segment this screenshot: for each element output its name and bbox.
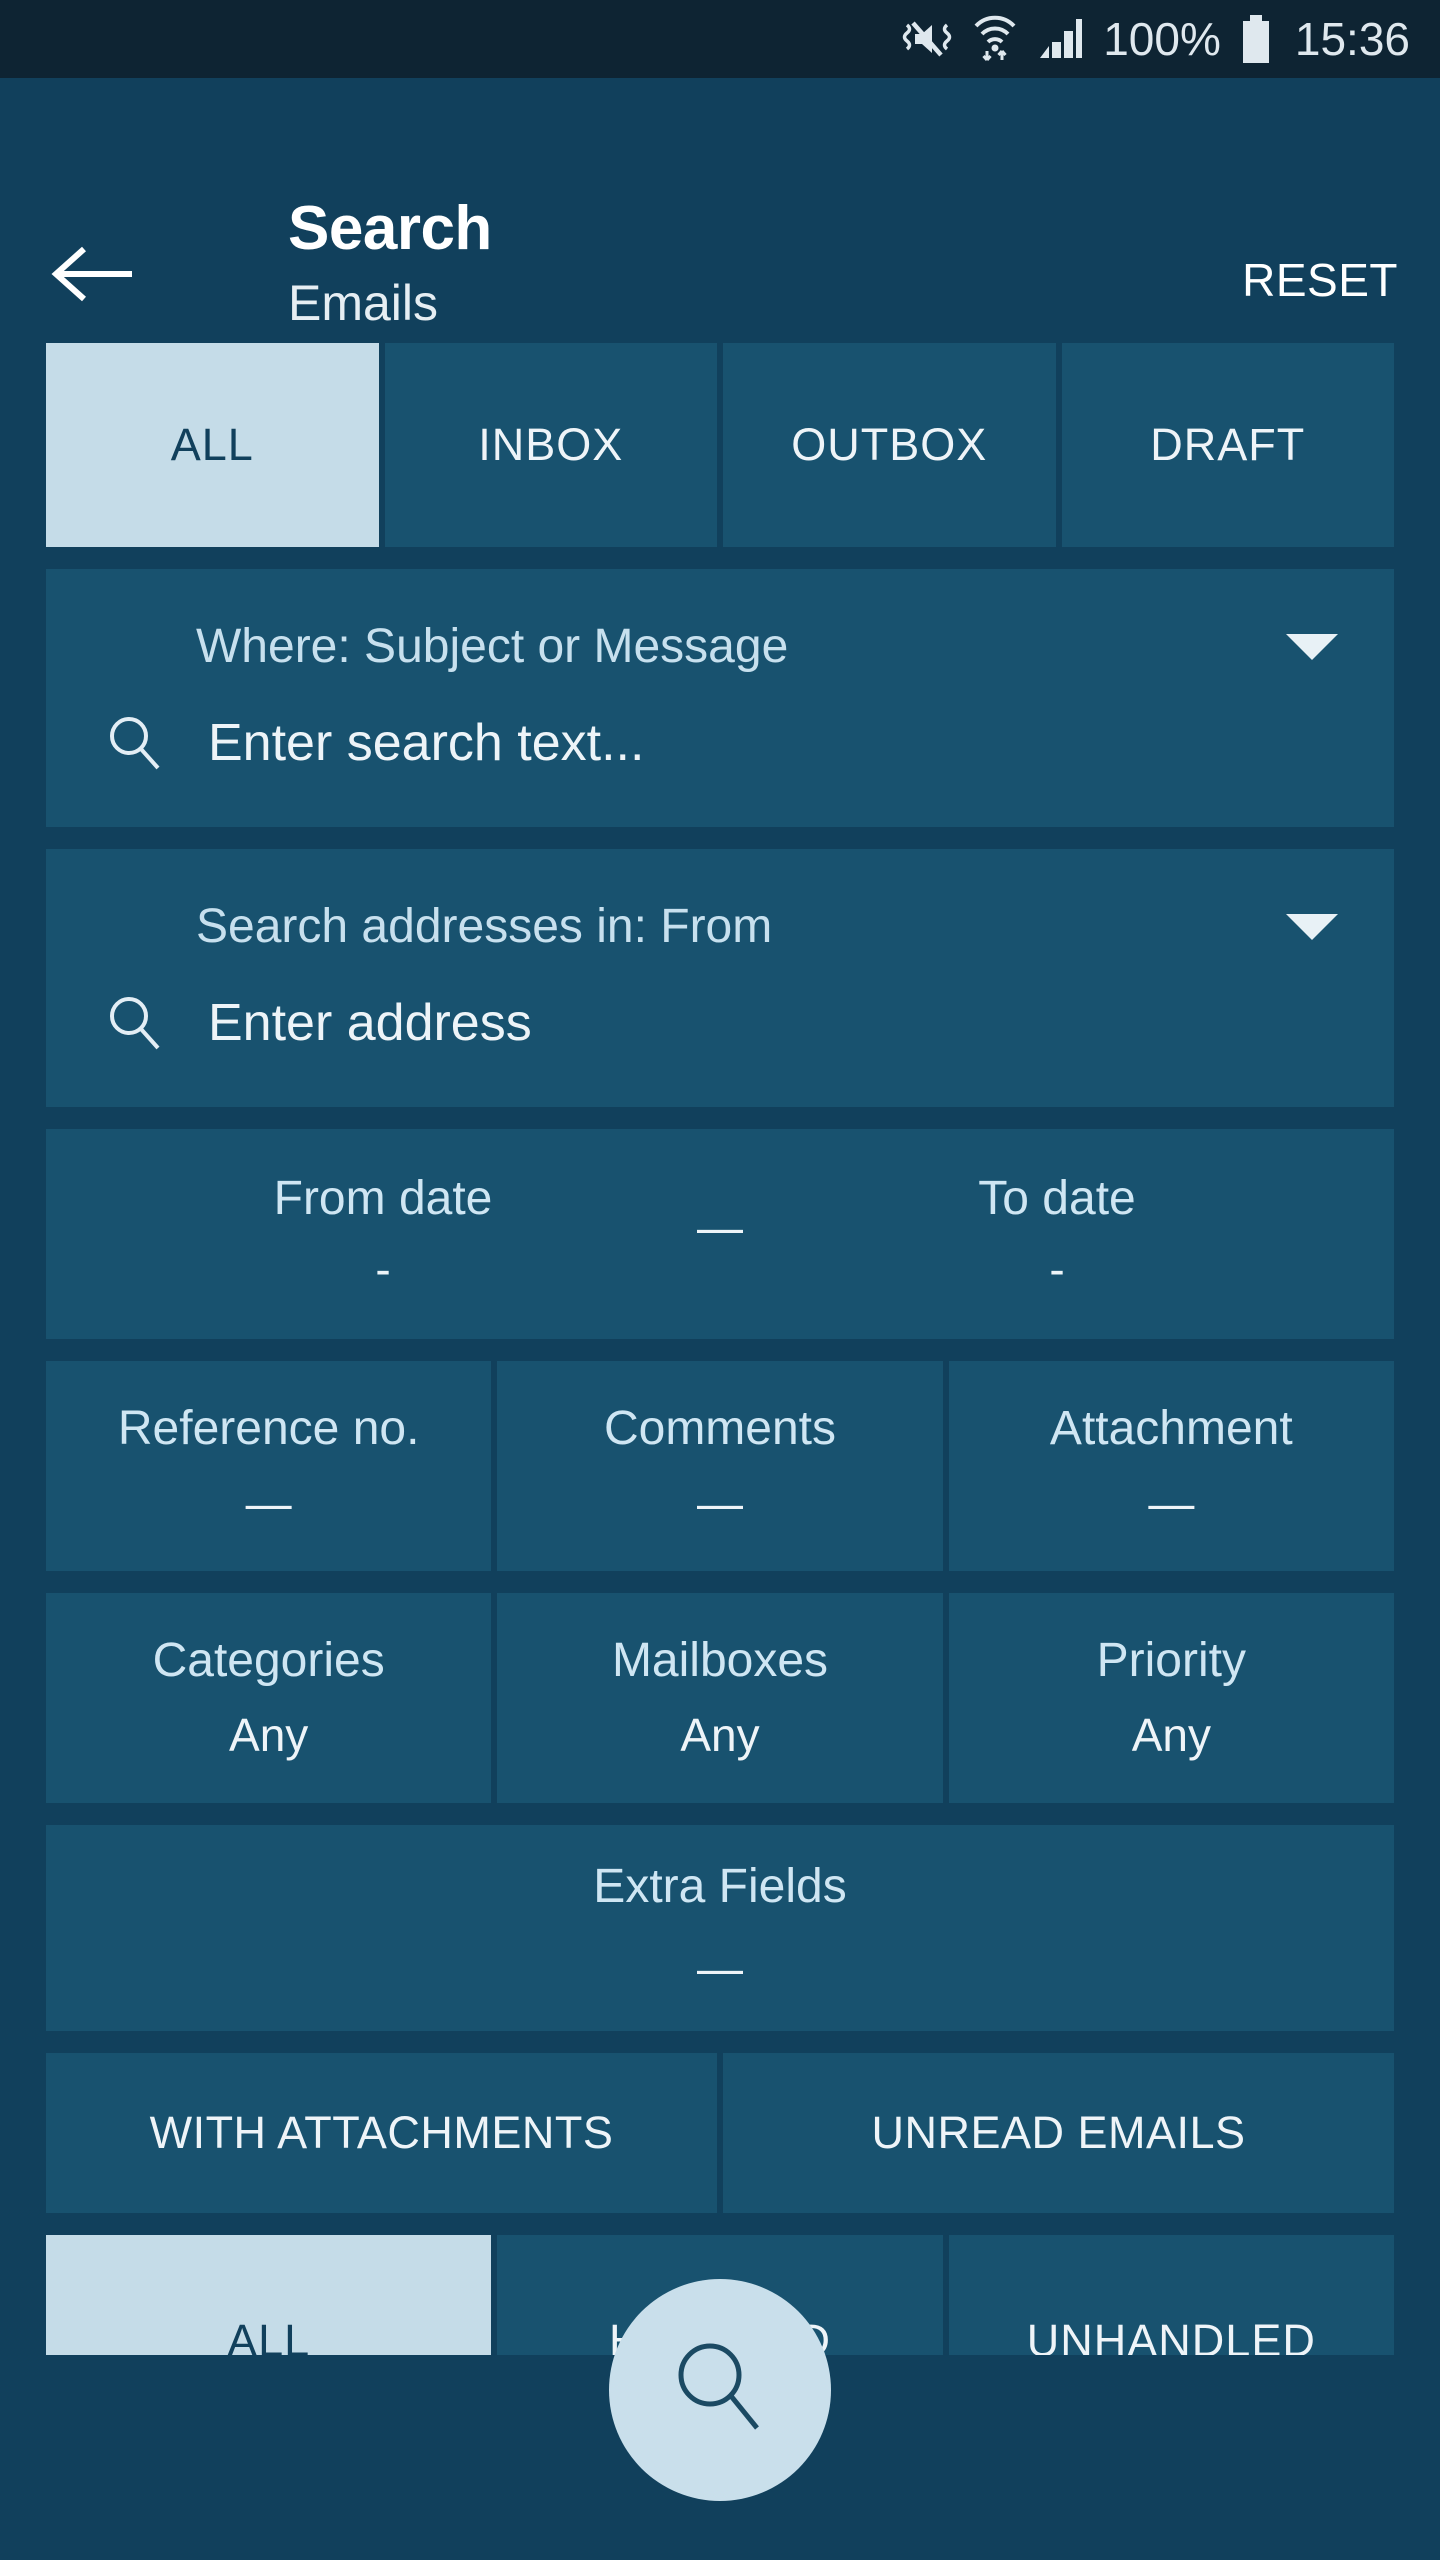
address-search-card[interactable]: Search addresses in: From Enter address [46,849,1394,1107]
address-search-scope-label: Search addresses in: From [196,900,773,953]
toggle-with-attachments[interactable]: WITH ATTACHMENTS [46,2053,717,2213]
filters-row-two: Categories Any Mailboxes Any Priority An… [0,1593,1440,1803]
from-date-field[interactable]: From date - [46,1172,720,1296]
battery-icon [1239,13,1273,65]
tab-outbox-label: OUTBOX [791,419,988,470]
from-date-value: - [375,1243,391,1296]
filter-reference-no-label: Reference no. [117,1402,420,1456]
tab-all[interactable]: ALL [46,343,379,547]
filter-attachment-value: — [1148,1477,1195,1530]
toggle-unread-emails[interactable]: UNREAD EMAILS [723,2053,1394,2213]
bottom-tab-all-label: ALL [227,2315,311,2355]
tab-inbox-label: INBOX [478,419,624,470]
signal-icon [1037,16,1085,62]
title-block: Search Emails [288,196,492,333]
folder-tabs: ALL INBOX OUTBOX DRAFT [0,343,1440,547]
reset-button[interactable]: RESET [1242,253,1398,307]
filter-priority-value: Any [1131,1709,1211,1762]
extra-fields-card[interactable]: Extra Fields — [46,1825,1394,2031]
address-search-scope-row[interactable]: Search addresses in: From [46,881,1394,973]
filter-priority-label: Priority [1096,1634,1246,1688]
battery-percent-label: 100% [1103,13,1221,65]
filter-attachment[interactable]: Attachment — [948,1361,1394,1571]
page-subtitle: Emails [288,275,439,332]
address-input[interactable]: Enter address [208,997,532,1049]
filter-mailboxes-value: Any [680,1709,760,1762]
tab-draft[interactable]: DRAFT [1061,343,1394,547]
status-bar: 100% 15:36 [0,0,1440,78]
back-arrow-icon [50,243,136,310]
extra-fields-value: — [697,1942,743,1995]
filter-categories-value: Any [229,1709,309,1762]
chevron-down-icon[interactable] [1286,914,1338,940]
mute-vibrate-icon [901,15,953,63]
bottom-tab-all[interactable]: ALL [46,2235,492,2355]
text-search-scope-row[interactable]: Where: Subject or Message [46,601,1394,693]
back-button[interactable] [48,236,138,316]
filter-comments[interactable]: Comments — [497,1361,943,1571]
filter-comments-label: Comments [603,1402,837,1456]
filter-reference-no-value: — [245,1477,292,1530]
address-search-input-row[interactable]: Enter address [46,973,1394,1073]
to-date-label: To date [978,1172,1136,1226]
toggle-filters-row: WITH ATTACHMENTS UNREAD EMAILS [0,2053,1440,2213]
tab-outbox[interactable]: OUTBOX [723,343,1056,547]
tab-draft-label: DRAFT [1150,419,1306,470]
filter-priority[interactable]: Priority Any [948,1593,1394,1803]
tab-inbox[interactable]: INBOX [384,343,717,547]
to-date-field[interactable]: To date - [720,1172,1394,1296]
filters-row-one: Reference no. — Comments — Attachment — [0,1361,1440,1571]
text-search-card[interactable]: Where: Subject or Message Enter search t… [46,569,1394,827]
search-text-input[interactable]: Enter search text... [208,717,644,769]
to-date-value: - [1049,1243,1065,1296]
filter-categories-label: Categories [152,1634,385,1688]
page-title: Search [288,194,492,263]
bottom-tab-unhandled-label: UNHANDLED [1026,2315,1316,2355]
search-icon [104,712,196,774]
filter-mailboxes-label: Mailboxes [611,1634,829,1688]
filter-categories[interactable]: Categories Any [46,1593,492,1803]
search-fab[interactable] [609,2279,831,2501]
filter-comments-value: — [696,1477,743,1530]
search-icon [665,2333,775,2448]
date-range-card[interactable]: From date - — To date - [46,1129,1394,1339]
extra-fields-label: Extra Fields [593,1859,847,1913]
filter-mailboxes[interactable]: Mailboxes Any [497,1593,943,1803]
clock-label: 15:36 [1294,13,1410,65]
filter-reference-no[interactable]: Reference no. — [46,1361,492,1571]
chevron-down-icon[interactable] [1286,634,1338,660]
text-search-input-row[interactable]: Enter search text... [46,693,1394,793]
app-bar: Search Emails RESET [0,78,1440,343]
bottom-tab-unhandled[interactable]: UNHANDLED [948,2235,1394,2355]
wifi-icon [971,13,1019,65]
date-range-separator: — [697,1201,743,1253]
text-search-scope-label: Where: Subject or Message [196,620,789,673]
tab-all-label: ALL [170,419,254,470]
from-date-label: From date [273,1172,493,1226]
search-icon [104,992,196,1054]
filter-attachment-label: Attachment [1049,1402,1293,1456]
